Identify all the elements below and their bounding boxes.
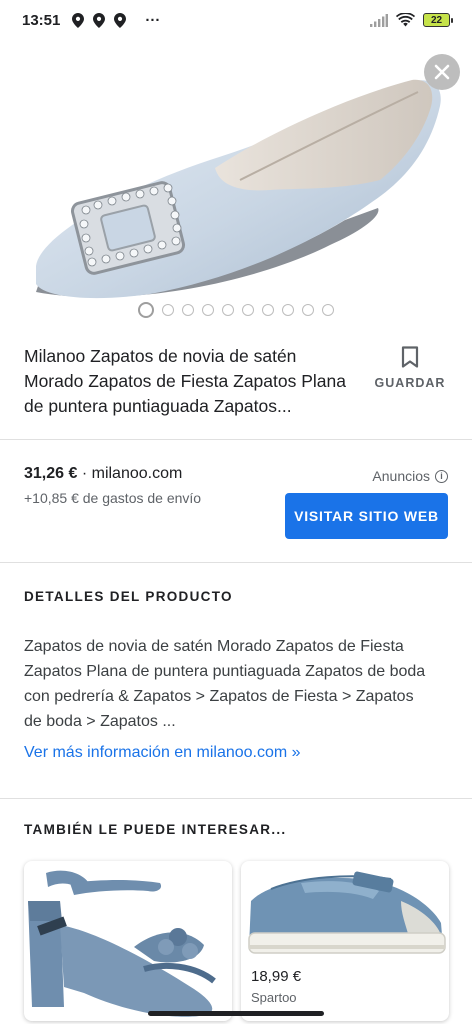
close-button[interactable] — [424, 54, 460, 90]
location-pin-icon — [114, 12, 127, 28]
carousel-dot[interactable] — [242, 304, 254, 316]
carousel-dot[interactable] — [262, 304, 274, 316]
ads-label[interactable]: Anuncios i — [372, 468, 448, 484]
store-name: milanoo.com — [91, 465, 183, 482]
offer-section: 31,26 € · milanoo.com +10,85 € de gastos… — [0, 441, 472, 563]
close-icon — [434, 64, 450, 80]
product-details-section: DETALLES DEL PRODUCTO Zapatos de novia d… — [0, 564, 472, 799]
battery-level: 22 — [430, 14, 443, 26]
more-notifications-icon: ··· — [145, 11, 161, 29]
details-description: Zapatos de novia de satén Morado Zapatos… — [24, 638, 426, 730]
suggestion-image — [248, 871, 446, 954]
ads-text: Anuncios — [372, 468, 430, 484]
more-info-link[interactable]: Ver más información en milanoo.com » — [24, 744, 301, 762]
product-image-carousel[interactable] — [0, 40, 472, 330]
carousel-dot[interactable] — [322, 304, 334, 316]
carousel-dot[interactable] — [162, 304, 174, 316]
carousel-dot[interactable] — [302, 304, 314, 316]
carousel-dot[interactable] — [222, 304, 234, 316]
location-pin-icon — [72, 12, 85, 28]
suggestion-image — [28, 870, 216, 1017]
price-separator: · — [77, 465, 92, 482]
status-left-icons: ··· — [72, 12, 160, 29]
carousel-dot[interactable] — [138, 302, 154, 318]
battery-icon: 22 — [423, 13, 453, 27]
save-button[interactable]: GUARDAR — [372, 346, 448, 390]
carousel-dot[interactable] — [182, 304, 194, 316]
product-title-section: Milanoo Zapatos de novia de satén Morado… — [0, 330, 472, 440]
carousel-dot[interactable] — [202, 304, 214, 316]
status-bar: 13:51 ··· 22 — [0, 0, 472, 40]
location-pin-icon — [93, 12, 106, 28]
signal-icon — [370, 13, 388, 27]
product-title: Milanoo Zapatos de novia de satén Morado… — [24, 346, 346, 416]
suggestion-card[interactable] — [24, 861, 232, 1021]
carousel-dots — [0, 302, 472, 318]
bookmark-icon — [401, 346, 419, 368]
details-heading: DETALLES DEL PRODUCTO — [24, 589, 233, 604]
price-line: 31,26 € · milanoo.com — [24, 465, 182, 483]
price: 31,26 € — [24, 465, 78, 482]
status-right-icons: 22 — [370, 13, 453, 27]
suggestion-card[interactable]: 18,99 € Spartoo — [241, 861, 449, 1021]
shipping-cost: +10,85 € de gastos de envío — [24, 490, 202, 506]
status-time: 13:51 — [22, 11, 61, 29]
carousel-dot[interactable] — [282, 304, 294, 316]
also-interested-heading: TAMBIÉN LE PUEDE INTERESAR... — [24, 822, 287, 837]
visit-website-button[interactable]: VISITAR SITIO WEB — [285, 493, 448, 539]
wifi-icon — [396, 13, 415, 27]
gesture-navigation-bar[interactable] — [148, 1011, 324, 1016]
save-label: GUARDAR — [374, 376, 446, 390]
also-interested-section: TAMBIÉN LE PUEDE INTERESAR... 18,99 € Sp… — [0, 800, 472, 1024]
suggestion-price: 18,99 € — [251, 968, 302, 985]
product-image — [36, 79, 441, 299]
info-icon: i — [435, 469, 448, 483]
suggestion-store: Spartoo — [251, 990, 297, 1005]
